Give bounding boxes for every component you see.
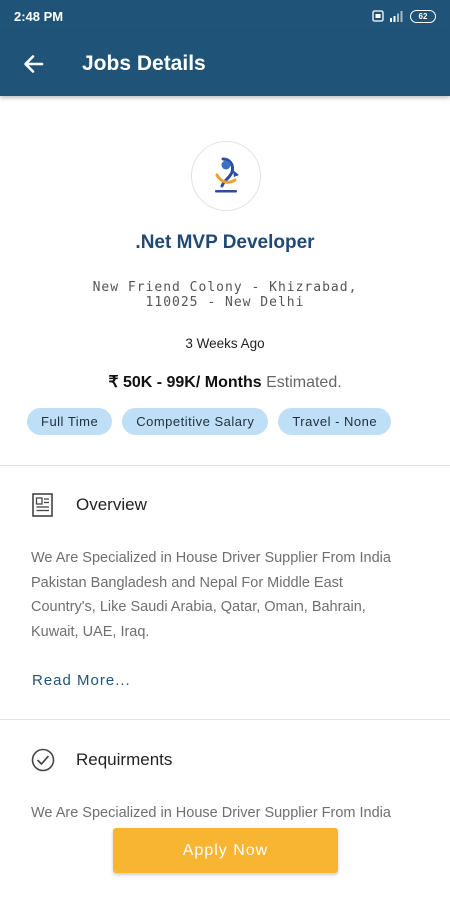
requirements-header: Requirments: [30, 747, 172, 773]
overview-line: We Are Specialized in House Driver Suppl…: [31, 550, 391, 566]
check-circle-icon: [31, 748, 55, 772]
requirements-heading: Requirments: [76, 750, 173, 769]
back-button[interactable]: [0, 32, 66, 96]
status-time: 2:48 PM: [14, 8, 64, 24]
overview-line: Country's, Like Saudi Arabia, Qatar, Oma…: [31, 599, 366, 615]
sim-icon: [372, 10, 384, 22]
read-more-link[interactable]: Read More...: [32, 672, 131, 689]
status-bar: 2:48 PM 62: [0, 0, 450, 32]
divider: [0, 465, 450, 466]
apply-now-button[interactable]: Apply Now: [113, 828, 338, 873]
job-details-content[interactable]: .Net MVP Developer New Friend Colony - K…: [0, 96, 450, 900]
overview-header: Overview: [30, 492, 147, 518]
salary-note: Estimated.: [266, 374, 342, 391]
document-icon: [32, 493, 53, 517]
tag-travel: Travel - None: [278, 408, 392, 435]
overview-heading: Overview: [76, 495, 147, 514]
overview-line: Pakistan Bangladesh and Nepal For Middle…: [31, 574, 343, 591]
salary-amount: ₹ 50K - 99K/ Months: [108, 374, 262, 391]
company-logo-icon: [215, 157, 239, 193]
battery-icon: 62: [410, 9, 436, 23]
overview-text: We Are Specialized in House Driver Suppl…: [31, 546, 426, 644]
company-logo: [191, 141, 261, 211]
posted-time: 3 Weeks Ago: [185, 336, 265, 351]
status-icons: 62: [372, 9, 436, 23]
requirements-text: We Are Specialized in House Driver Suppl…: [31, 801, 426, 826]
overview-line: Kuwait, UAE, Iraq.: [31, 623, 150, 640]
address-line-2: 110025 - New Delhi: [145, 295, 305, 310]
salary-range: ₹ 50K - 99K/ Months Estimated.: [0, 372, 450, 392]
tag-competitive-salary: Competitive Salary: [122, 408, 269, 435]
page-title: Jobs Details: [82, 52, 206, 75]
address-line-1: New Friend Colony - Khizrabad,: [92, 280, 358, 295]
signal-icon: [390, 11, 403, 22]
tag-full-time: Full Time: [27, 408, 113, 435]
job-title: .Net MVP Developer: [135, 232, 315, 253]
requirements-line: We Are Specialized in House Driver Suppl…: [31, 805, 391, 821]
job-location: New Friend Colony - Khizrabad, 110025 - …: [90, 280, 360, 310]
job-tags: Full Time Competitive Salary Travel - No…: [27, 408, 392, 435]
divider: [0, 719, 450, 720]
arrow-left-icon: [24, 55, 44, 73]
app-bar: Jobs Details: [0, 32, 450, 96]
